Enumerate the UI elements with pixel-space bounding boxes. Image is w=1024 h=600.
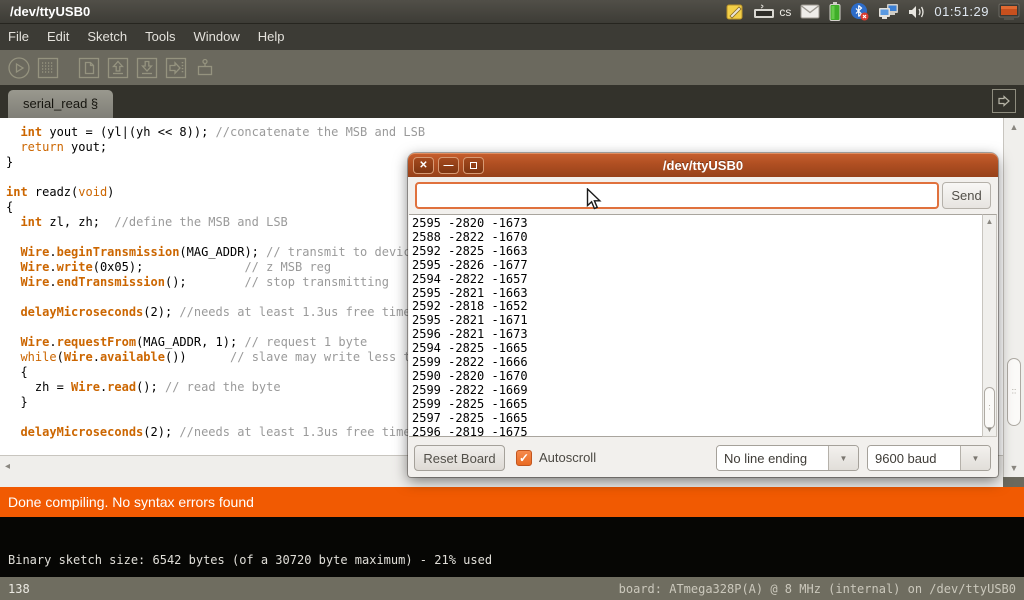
menu-sketch[interactable]: Sketch xyxy=(78,24,136,50)
serial-monitor-title: /dev/ttyUSB0 xyxy=(408,158,998,173)
compile-message: Done compiling. No syntax errors found xyxy=(8,494,254,510)
line-ending-dropdown[interactable]: No line ending ▼ xyxy=(716,445,859,471)
board-info: board: ATmega328P(A) @ 8 MHz (internal) … xyxy=(619,582,1024,596)
mail-icon[interactable] xyxy=(800,4,820,19)
bluetooth-icon[interactable] xyxy=(850,2,869,21)
baud-rate-dropdown[interactable]: 9600 baud ▼ xyxy=(867,445,991,471)
save-button[interactable] xyxy=(134,55,160,81)
footer-status-bar: 138 board: ATmega328P(A) @ 8 MHz (intern… xyxy=(0,577,1024,600)
minimize-button[interactable]: — xyxy=(438,157,459,174)
clock[interactable]: 01:51:29 xyxy=(934,4,989,19)
menu-help[interactable]: Help xyxy=(249,24,294,50)
menu-bar: File Edit Sketch Tools Window Help xyxy=(0,24,1024,50)
menu-tools[interactable]: Tools xyxy=(136,24,184,50)
serial-input-field[interactable] xyxy=(415,182,939,209)
open-button[interactable] xyxy=(105,55,131,81)
scroll-left-icon[interactable]: ◂ xyxy=(5,461,10,472)
chevron-down-icon[interactable]: ▼ xyxy=(828,446,858,470)
serial-monitor-window: /dev/ttyUSB0 ✕ — Send 2595 -2820 -167325… xyxy=(408,153,998,477)
console-text: Binary sketch size: 6542 bytes (of a 307… xyxy=(8,553,492,567)
reset-board-button[interactable]: Reset Board xyxy=(414,445,505,471)
build-console: Binary sketch size: 6542 bytes (of a 307… xyxy=(0,517,1024,577)
volume-icon[interactable] xyxy=(908,4,925,20)
keyboard-layout-label[interactable]: cs xyxy=(779,5,791,19)
system-tray: cs 01:51:29 xyxy=(726,2,1024,21)
serial-scroll-up-icon[interactable]: ▲ xyxy=(983,217,996,226)
editor-vscroll-thumb[interactable]: ∶∶ xyxy=(1007,358,1021,426)
network-icon[interactable] xyxy=(878,2,899,21)
cursor-line-number: 138 xyxy=(0,582,30,596)
toolbar xyxy=(0,50,1024,85)
autoscroll-checkbox[interactable]: ✓ xyxy=(516,450,532,466)
serial-monitor-controls: Reset Board ✓ Autoscroll No line ending … xyxy=(408,439,998,477)
close-button[interactable]: ✕ xyxy=(413,157,434,174)
chevron-down-icon[interactable]: ▼ xyxy=(960,446,990,470)
serial-monitor-button[interactable] xyxy=(192,55,218,81)
verify-button[interactable] xyxy=(6,55,32,81)
maximize-button[interactable] xyxy=(463,157,484,174)
stop-button[interactable] xyxy=(35,55,61,81)
editor-vertical-scrollbar[interactable]: ▲ ∶∶ ▼ xyxy=(1003,118,1024,477)
compile-status-bar: Done compiling. No syntax errors found xyxy=(0,487,1024,517)
new-sketch-button[interactable] xyxy=(76,55,102,81)
session-icon[interactable] xyxy=(998,3,1020,21)
serial-monitor-titlebar[interactable]: /dev/ttyUSB0 ✕ — xyxy=(408,153,998,177)
autoscroll-label: Autoscroll xyxy=(539,450,596,465)
serial-output[interactable]: 2595 -2820 -16732588 -2822 -16702592 -28… xyxy=(409,214,982,437)
serial-scroll-down-icon[interactable]: ▼ xyxy=(983,425,996,434)
serial-scroll-thumb[interactable]: ∶ xyxy=(984,387,995,429)
tab-serial-read[interactable]: serial_read § xyxy=(8,90,113,118)
active-window-title: /dev/ttyUSB0 xyxy=(0,4,90,19)
tab-bar: serial_read § xyxy=(0,85,1024,118)
tab-menu-button[interactable] xyxy=(992,89,1016,113)
serial-scrollbar[interactable]: ▲ ∶ ▼ xyxy=(982,214,997,437)
battery-icon[interactable] xyxy=(829,2,841,21)
baud-rate-value: 9600 baud xyxy=(868,446,960,470)
scroll-up-icon[interactable]: ▲ xyxy=(1004,122,1024,132)
upload-button[interactable] xyxy=(163,55,189,81)
note-icon[interactable] xyxy=(726,3,744,21)
line-ending-value: No line ending xyxy=(717,446,828,470)
menu-edit[interactable]: Edit xyxy=(38,24,78,50)
menu-window[interactable]: Window xyxy=(184,24,248,50)
scroll-down-icon[interactable]: ▼ xyxy=(1004,463,1024,473)
keyboard-icon[interactable] xyxy=(753,4,775,20)
send-button[interactable]: Send xyxy=(942,182,991,209)
desktop-panel: /dev/ttyUSB0 cs 01:51:29 xyxy=(0,0,1024,24)
menu-file[interactable]: File xyxy=(0,24,38,50)
window-controls: ✕ — xyxy=(408,157,484,174)
